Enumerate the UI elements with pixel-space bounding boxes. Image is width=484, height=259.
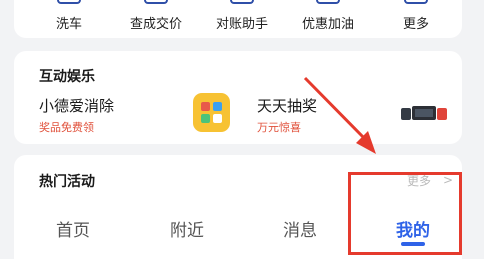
tab-label: 首页 — [56, 221, 90, 241]
service-label: 查成交价 — [129, 17, 182, 32]
service-label: 对账助手 — [215, 17, 268, 32]
tab-label: 消息 — [283, 221, 317, 241]
lottery-game-icon[interactable] — [399, 104, 449, 122]
service-more[interactable]: 更多 — [376, 0, 456, 38]
reconcile-icon — [230, 0, 254, 4]
service-label: 更多 — [402, 17, 429, 32]
entertainment-card: 互动娱乐 小德爱消除 奖品免费领 天天抽奖 万元惊喜 — [14, 51, 462, 144]
service-label: 优惠加油 — [301, 17, 354, 32]
tab-nearby[interactable]: 附近 — [147, 198, 227, 259]
price-query-icon — [144, 0, 168, 4]
fuel-discount-icon — [316, 0, 340, 4]
car-wash-icon — [57, 0, 81, 4]
service-fuel-discount[interactable]: 优惠加油 — [288, 0, 368, 38]
service-reconcile[interactable]: 对账助手 — [202, 0, 282, 38]
annotation-box — [348, 172, 462, 255]
service-label: 洗车 — [55, 17, 82, 32]
tab-home[interactable]: 首页 — [33, 198, 113, 259]
service-price-query[interactable]: 查成交价 — [116, 0, 196, 38]
hot-activities-title: 热门活动 — [39, 174, 95, 190]
game-match-name[interactable]: 小德爱消除 — [39, 95, 114, 116]
tab-messages[interactable]: 消息 — [260, 198, 340, 259]
tab-label: 附近 — [170, 221, 204, 241]
game-lottery-name[interactable]: 天天抽奖 — [257, 95, 317, 116]
game-match-subtitle[interactable]: 奖品免费领 — [39, 119, 94, 135]
more-icon — [404, 0, 428, 4]
services-row: 洗车 查成交价 对账助手 优惠加油 更多 — [14, 0, 462, 38]
entertainment-title: 互动娱乐 — [39, 69, 95, 85]
game-lottery-subtitle[interactable]: 万元惊喜 — [257, 119, 301, 135]
service-car-wash[interactable]: 洗车 — [29, 0, 109, 38]
match-game-icon[interactable] — [193, 93, 230, 132]
